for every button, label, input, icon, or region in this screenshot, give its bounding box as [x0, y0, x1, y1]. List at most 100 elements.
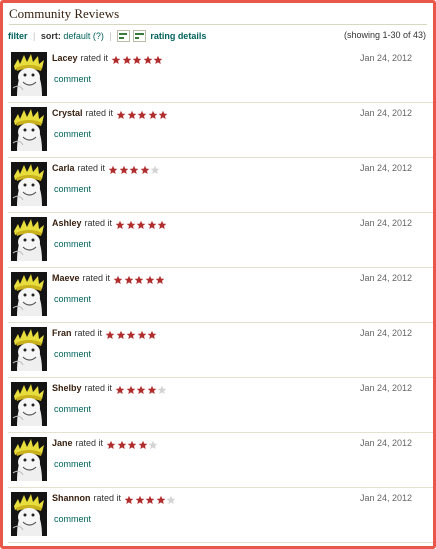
star-empty-icon [157, 385, 168, 395]
review-date[interactable]: Jan 24, 2012 [360, 163, 412, 173]
comment-link[interactable]: comment [54, 459, 91, 469]
rating-bars-icon[interactable] [117, 30, 147, 42]
sort-dropdown[interactable]: default (?) [63, 31, 104, 41]
comment-link[interactable]: comment [54, 74, 91, 84]
rating-details-link[interactable]: rating details [150, 31, 206, 41]
star-filled-icon [127, 110, 138, 120]
star-filled-icon [136, 385, 147, 395]
review-divider [8, 102, 433, 103]
review-header-line: Maeve rated it [52, 273, 166, 285]
sort-label: sort: [40, 31, 61, 41]
reviewer-avatar[interactable] [11, 382, 47, 426]
rated-it-text: rated it [93, 493, 122, 503]
star-filled-icon [122, 55, 133, 65]
star-filled-icon [153, 55, 164, 65]
reviewer-name-link[interactable]: Maeve [52, 273, 80, 283]
rated-it-text: rated it [84, 383, 113, 393]
reviewer-name-link[interactable]: Shannon [52, 493, 91, 503]
star-filled-icon [126, 330, 137, 340]
review-header-line: Crystal rated it [52, 108, 169, 120]
star-rating [124, 495, 177, 505]
review-date[interactable]: Jan 24, 2012 [360, 383, 412, 393]
star-filled-icon [116, 330, 127, 340]
reviewer-name-link[interactable]: Ashley [52, 218, 82, 228]
comment-link[interactable]: comment [54, 349, 91, 359]
star-filled-icon [111, 55, 122, 65]
review-header-line: Carla rated it [52, 163, 161, 175]
star-filled-icon [140, 165, 151, 175]
review-date[interactable]: Jan 24, 2012 [360, 328, 412, 338]
review-divider [8, 322, 433, 323]
review-row: Ashley rated it Jan 24, 2012 comment [8, 214, 433, 268]
star-filled-icon [127, 440, 138, 450]
star-rating [115, 385, 168, 395]
comment-link[interactable]: comment [54, 514, 91, 524]
filter-link[interactable]: filter [8, 31, 28, 41]
star-filled-icon [115, 220, 126, 230]
review-date[interactable]: Jan 24, 2012 [360, 108, 412, 118]
review-date[interactable]: Jan 24, 2012 [360, 273, 412, 283]
comment-link[interactable]: comment [54, 404, 91, 414]
review-row: Jane rated it Jan 24, 2012 comment [8, 434, 433, 488]
reviewer-avatar[interactable] [11, 492, 47, 536]
star-filled-icon [156, 495, 167, 505]
reviewer-name-link[interactable]: Jane [52, 438, 73, 448]
star-filled-icon [126, 385, 137, 395]
review-date[interactable]: Jan 24, 2012 [360, 218, 412, 228]
star-rating [115, 220, 168, 230]
review-date[interactable]: Jan 24, 2012 [360, 493, 412, 503]
star-empty-icon [166, 495, 177, 505]
star-filled-icon [124, 495, 135, 505]
comment-link[interactable]: comment [54, 294, 91, 304]
reviewer-avatar[interactable] [11, 217, 47, 261]
review-row: Lacey rated it Jan 24, 2012 comment [8, 49, 433, 103]
reviewer-avatar[interactable] [11, 437, 47, 481]
review-header-line: Lacey rated it [52, 53, 164, 65]
reviewer-name-link[interactable]: Shelby [52, 383, 82, 393]
star-filled-icon [108, 165, 119, 175]
reviewer-name-link[interactable]: Lacey [52, 53, 78, 63]
review-date[interactable]: Jan 24, 2012 [360, 53, 412, 63]
star-filled-icon [113, 275, 124, 285]
reviewer-name-link[interactable]: Carla [52, 163, 75, 173]
star-filled-icon [138, 440, 149, 450]
star-rating [116, 110, 169, 120]
comment-link[interactable]: comment [54, 129, 91, 139]
comment-link[interactable]: comment [54, 239, 91, 249]
review-header-line: Shelby rated it [52, 383, 168, 395]
toolbar-separator: | [109, 31, 112, 41]
rated-it-text: rated it [82, 273, 111, 283]
star-filled-icon [145, 495, 156, 505]
review-date[interactable]: Jan 24, 2012 [360, 438, 412, 448]
star-filled-icon [137, 330, 148, 340]
reviews-toolbar: filter | sort: default (?) | rating deta… [8, 30, 428, 44]
review-row: Fran rated it Jan 24, 2012 comment [8, 324, 433, 378]
star-filled-icon [134, 275, 145, 285]
review-row: Maeve rated it Jan 24, 2012 comment [8, 269, 433, 323]
star-filled-icon [147, 330, 158, 340]
reviewer-name-link[interactable]: Crystal [52, 108, 83, 118]
rated-it-text: rated it [77, 163, 106, 173]
star-filled-icon [136, 220, 147, 230]
star-filled-icon [137, 110, 148, 120]
reviewer-avatar[interactable] [11, 52, 47, 96]
reviewer-avatar[interactable] [11, 272, 47, 316]
review-header-line: Jane rated it [52, 438, 159, 450]
comment-link[interactable]: comment [54, 184, 91, 194]
reviewer-avatar[interactable] [11, 107, 47, 151]
star-empty-icon [150, 165, 161, 175]
toolbar-separator: | [33, 31, 36, 41]
star-filled-icon [147, 220, 158, 230]
review-divider [8, 487, 433, 488]
star-filled-icon [105, 330, 116, 340]
reviewer-avatar[interactable] [11, 162, 47, 206]
review-header-line: Fran rated it [52, 328, 158, 340]
star-filled-icon [155, 275, 166, 285]
star-filled-icon [135, 495, 146, 505]
star-rating [113, 275, 166, 285]
star-filled-icon [116, 110, 127, 120]
star-rating [105, 330, 158, 340]
reviewer-name-link[interactable]: Fran [52, 328, 72, 338]
reviewer-avatar[interactable] [11, 327, 47, 371]
review-divider [8, 267, 433, 268]
